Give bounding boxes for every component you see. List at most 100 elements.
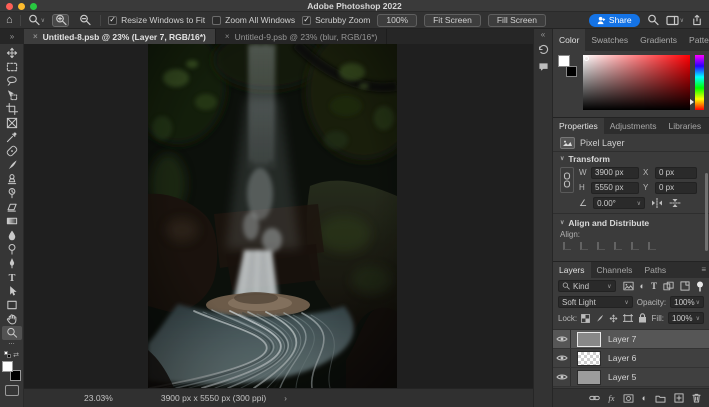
filter-pixel-layers-icon[interactable] (623, 281, 634, 291)
layer-name[interactable]: Layer 7 (608, 334, 636, 344)
zoom-out-button[interactable] (76, 14, 93, 27)
history-brush-tool[interactable] (2, 186, 22, 200)
crop-tool[interactable] (2, 102, 22, 116)
canvas-area[interactable] (24, 44, 533, 388)
rotation-field[interactable]: 0.00° ∨ (593, 197, 645, 209)
type-tool[interactable]: T (2, 270, 22, 284)
y-field[interactable]: 0 px (655, 182, 697, 194)
foreground-background-swatches[interactable] (2, 361, 21, 381)
share-button[interactable]: Share (589, 14, 640, 27)
dodge-tool[interactable] (2, 242, 22, 256)
width-field[interactable]: 3900 px (591, 167, 639, 179)
filter-toggle-pin-icon[interactable] (696, 281, 704, 292)
path-selection-tool[interactable] (2, 284, 22, 298)
layer-row-layer7[interactable]: Layer 7 (553, 330, 709, 349)
layer-row-layer5[interactable]: Layer 5 (553, 368, 709, 387)
blend-mode-dropdown[interactable]: Soft Light ∨ (558, 296, 633, 308)
lock-artboard-icon[interactable] (623, 314, 633, 323)
lock-all-icon[interactable] (638, 313, 647, 323)
spot-healing-brush-tool[interactable] (2, 144, 22, 158)
brush-tool[interactable] (2, 158, 22, 172)
new-group-icon[interactable] (655, 394, 666, 403)
background-color-swatch[interactable] (566, 66, 577, 77)
foreground-color-swatch[interactable] (558, 55, 570, 67)
opacity-dropdown[interactable]: 100% ∨ (670, 296, 704, 308)
scrollbar[interactable] (705, 173, 708, 251)
layer-style-icon[interactable]: fx (608, 393, 614, 403)
zoom-in-button[interactable] (52, 14, 69, 27)
search-icon[interactable] (647, 14, 659, 26)
flip-vertical-icon[interactable] (669, 198, 681, 208)
default-colors-icon[interactable] (4, 351, 11, 358)
document-tab-2[interactable]: × Untitled-9.psb @ 23% (blur, RGB/16*) (216, 29, 387, 44)
export-icon[interactable] (691, 14, 703, 26)
new-adjustment-layer-icon[interactable]: ◐ (642, 394, 647, 403)
lock-transparency-icon[interactable] (581, 314, 590, 323)
filter-adjustment-layers-icon[interactable]: ◐ (640, 282, 645, 291)
scrubby-zoom-checkbox[interactable]: ✓ Scrubby Zoom (302, 15, 370, 25)
tab-properties[interactable]: Properties (553, 118, 604, 134)
tab-color[interactable]: Color (553, 29, 585, 51)
expand-dock-chevron[interactable]: « (541, 29, 545, 41)
edit-toolbar-icon[interactable]: … (8, 340, 15, 348)
history-panel-icon[interactable] (538, 41, 549, 58)
zoom-100-button[interactable]: 100% (377, 14, 417, 27)
saturation-brightness-field[interactable] (583, 55, 690, 110)
panel-fg-bg-swatches[interactable] (558, 55, 578, 75)
layer-thumbnail[interactable] (577, 370, 601, 385)
toolbar-collapse-chevron[interactable]: » (0, 29, 24, 44)
foreground-color-swatch[interactable] (2, 361, 13, 372)
fill-dropdown[interactable]: 100% ∨ (668, 312, 704, 324)
fill-screen-button[interactable]: Fill Screen (488, 14, 546, 27)
align-buttons-row[interactable] (553, 240, 709, 252)
rectangle-tool[interactable] (2, 298, 22, 312)
close-tab-icon[interactable]: × (225, 32, 230, 41)
screen-mode-button[interactable] (5, 385, 19, 396)
layer-thumbnail[interactable] (577, 332, 601, 347)
object-selection-tool[interactable] (2, 88, 22, 102)
layer-name[interactable]: Layer 6 (608, 353, 636, 363)
gradient-tool[interactable] (2, 214, 22, 228)
zoom-tool[interactable] (2, 326, 22, 340)
filter-type-layers-icon[interactable]: T (651, 281, 657, 291)
document-image-waterfall[interactable] (148, 44, 397, 388)
layer-name[interactable]: Layer 5 (608, 372, 636, 382)
tab-layers[interactable]: Layers (553, 262, 591, 278)
hue-slider-marker[interactable] (690, 99, 694, 105)
panel-menu-icon[interactable]: ≡ (701, 266, 706, 274)
layer-row-layer6[interactable]: Layer 6 (553, 349, 709, 368)
tab-channels[interactable]: Channels (591, 262, 639, 278)
tab-libraries[interactable]: Libraries (663, 118, 708, 134)
tab-gradients[interactable]: Gradients (634, 29, 683, 51)
tab-swatches[interactable]: Swatches (585, 29, 634, 51)
flip-horizontal-icon[interactable] (651, 198, 663, 208)
hue-slider[interactable] (695, 55, 704, 110)
resize-windows-checkbox[interactable]: ✓ Resize Windows to Fit (108, 15, 205, 25)
link-dimensions-icon[interactable] (560, 167, 574, 193)
rectangular-marquee-tool[interactable] (2, 60, 22, 74)
zoom-tool-indicator[interactable]: ∨ (28, 14, 45, 26)
filter-smart-objects-icon[interactable] (680, 281, 690, 291)
blur-tool[interactable] (2, 228, 22, 242)
pen-tool[interactable] (2, 256, 22, 270)
eraser-tool[interactable] (2, 200, 22, 214)
frame-tool[interactable] (2, 116, 22, 130)
eyedropper-tool[interactable] (2, 130, 22, 144)
color-reset-controls[interactable]: ⇄ (4, 350, 19, 359)
link-layers-icon[interactable] (589, 394, 600, 402)
filter-shape-layers-icon[interactable] (663, 281, 674, 291)
add-layer-mask-icon[interactable] (623, 394, 634, 403)
align-section-title[interactable]: ∨ Align and Distribute (553, 216, 709, 229)
layer-thumbnail[interactable] (577, 351, 601, 366)
visibility-toggle[interactable] (553, 330, 571, 348)
lock-position-icon[interactable] (609, 314, 618, 323)
fit-screen-button[interactable]: Fit Screen (424, 14, 481, 27)
color-picker-cursor[interactable] (584, 56, 589, 61)
workspace-switcher[interactable]: ∨ (666, 15, 684, 26)
tab-paths[interactable]: Paths (638, 262, 672, 278)
document-tab-1[interactable]: × Untitled-8.psb @ 23% (Layer 7, RGB/16*… (24, 29, 216, 44)
clone-stamp-tool[interactable] (2, 172, 22, 186)
status-options-chevron[interactable]: › (284, 394, 287, 403)
close-tab-icon[interactable]: × (33, 32, 38, 41)
new-layer-icon[interactable] (674, 393, 684, 403)
